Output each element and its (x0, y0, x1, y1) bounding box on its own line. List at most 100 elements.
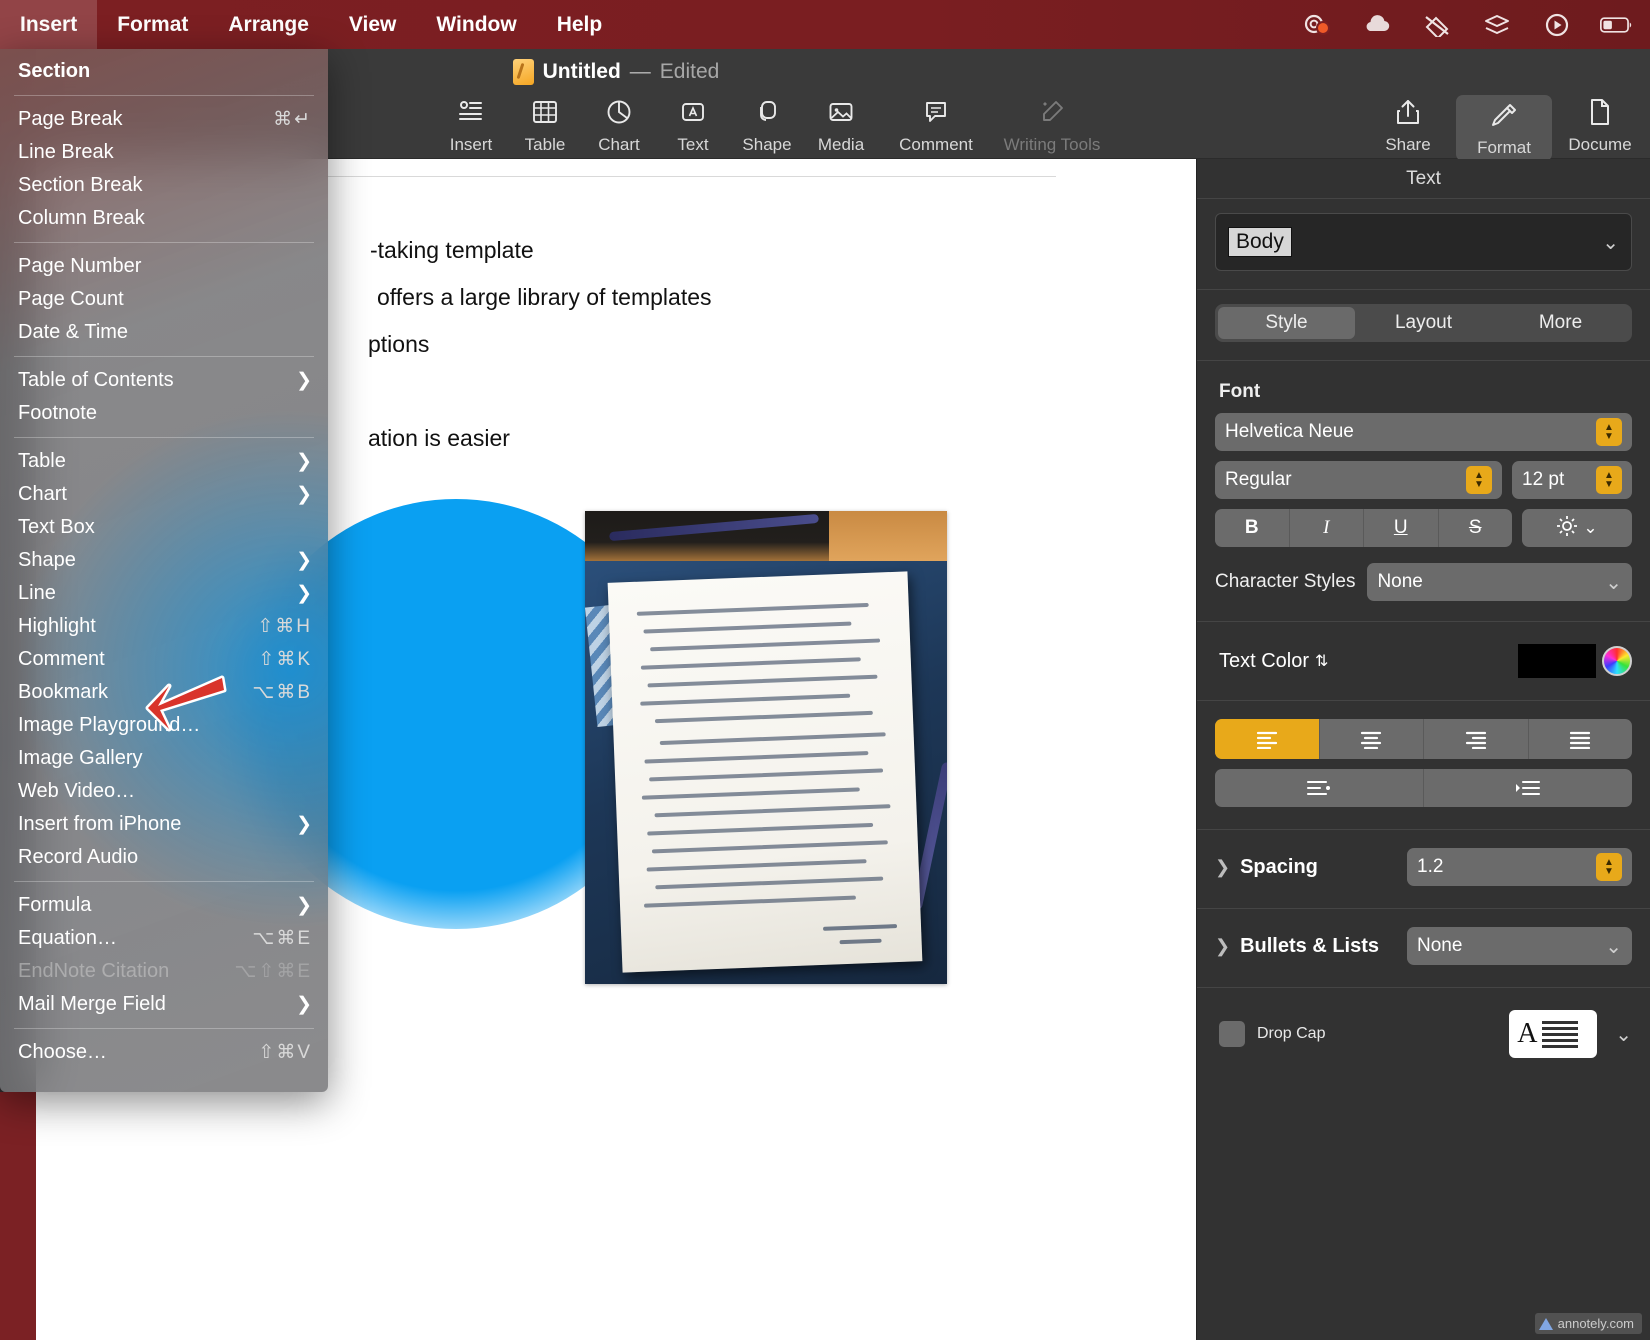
toolbar-comment-button[interactable]: Comment (878, 95, 994, 155)
toolbar-share-button[interactable]: Share (1360, 95, 1456, 155)
handwritten-note-photo[interactable] (585, 511, 947, 984)
font-size-stepper-icon[interactable]: ▲▼ (1596, 466, 1622, 494)
menu-item-mail-merge-field[interactable]: Mail Merge Field ❯ (0, 988, 328, 1021)
menu-separator (14, 95, 314, 96)
updown-chevron-icon[interactable]: ⇅ (1315, 651, 1328, 671)
character-styles-row: Character Styles None ⌄ (1215, 563, 1632, 601)
divider (1197, 621, 1650, 622)
toolbar-media-button[interactable]: Media (804, 95, 878, 155)
toolbar-format-label: Format (1477, 138, 1531, 158)
menu-item-shape[interactable]: Shape ❯ (0, 544, 328, 577)
bullets-disclosure[interactable]: ❯ Bullets & Lists (1215, 935, 1395, 958)
spacing-field[interactable]: 1.2 ▲▼ (1407, 848, 1632, 886)
toolbar-media-label: Media (818, 135, 864, 155)
format-panel-header: Text (1197, 159, 1650, 199)
menu-item-line[interactable]: Line ❯ (0, 577, 328, 610)
underline-button[interactable]: U (1364, 509, 1439, 547)
drop-cap-row: Drop Cap A ⌄ (1219, 1010, 1632, 1058)
screenshot-recorder-icon[interactable] (1300, 10, 1334, 40)
italic-button[interactable]: I (1290, 509, 1365, 547)
font-weight-stepper-icon[interactable]: ▲▼ (1466, 466, 1492, 494)
bullets-select[interactable]: None ⌄ (1407, 927, 1632, 965)
menu-item-formula[interactable]: Formula ❯ (0, 889, 328, 922)
font-family-stepper-icon[interactable]: ▲▼ (1596, 418, 1622, 446)
menu-item-label: Page Number (18, 255, 141, 278)
tab-more[interactable]: More (1492, 307, 1629, 339)
toolbar-shape-button[interactable]: Shape (730, 95, 804, 155)
align-left-button[interactable] (1215, 719, 1320, 759)
toolbar-document-button[interactable]: Docume (1552, 95, 1648, 155)
menu-item-highlight[interactable]: Highlight ⇧⌘H (0, 610, 328, 643)
align-justify-button[interactable] (1529, 719, 1633, 759)
font-size-field[interactable]: 12 pt ▲▼ (1512, 461, 1632, 499)
stacks-icon[interactable] (1480, 10, 1514, 40)
menu-item-chart[interactable]: Chart ❯ (0, 478, 328, 511)
drop-cap-preview[interactable]: A (1509, 1010, 1597, 1058)
toolbar-text-button[interactable]: Text (656, 95, 730, 155)
cloud-icon[interactable] (1360, 10, 1394, 40)
menu-item-choose[interactable]: Choose… ⇧⌘V (0, 1036, 328, 1069)
menu-item-web-video[interactable]: Web Video… (0, 775, 328, 808)
menu-item-insert-from-iphone[interactable]: Insert from iPhone ❯ (0, 808, 328, 841)
menu-item-section[interactable]: Section (0, 55, 328, 88)
airplay-disabled-icon[interactable] (1420, 10, 1454, 40)
toolbar-table-label: Table (525, 135, 566, 155)
menu-view[interactable]: View (329, 0, 416, 49)
align-right-button[interactable] (1424, 719, 1529, 759)
submenu-chevron-icon: ❯ (296, 993, 312, 1016)
menu-item-image-gallery[interactable]: Image Gallery (0, 742, 328, 775)
divider (1197, 360, 1650, 361)
menu-item-page-count[interactable]: Page Count (0, 283, 328, 316)
decrease-indent-button[interactable] (1215, 769, 1424, 807)
menu-item-label: Table (18, 450, 66, 473)
strikethrough-button[interactable]: S (1439, 509, 1513, 547)
menu-arrange[interactable]: Arrange (208, 0, 329, 49)
spacing-disclosure[interactable]: ❯ Spacing (1215, 856, 1395, 879)
toolbar-chart-button[interactable]: Chart (582, 95, 656, 155)
menu-item-table-of-contents[interactable]: Table of Contents ❯ (0, 364, 328, 397)
menu-item-table[interactable]: Table ❯ (0, 445, 328, 478)
tab-layout[interactable]: Layout (1355, 307, 1492, 339)
insert-dropdown-menu[interactable]: Section Page Break ⌘↵ Line Break Section… (0, 49, 328, 1092)
menu-insert[interactable]: Insert (0, 0, 97, 49)
tab-style[interactable]: Style (1218, 307, 1355, 339)
menu-item-record-audio[interactable]: Record Audio (0, 841, 328, 874)
toolbar-insert-button[interactable]: Insert (434, 95, 508, 155)
menu-help[interactable]: Help (537, 0, 623, 49)
drop-cap-checkbox[interactable] (1219, 1021, 1245, 1047)
title-separator: — (630, 60, 651, 84)
color-wheel-icon[interactable] (1602, 646, 1632, 676)
menu-item-date-time[interactable]: Date & Time (0, 316, 328, 349)
text-color-swatch[interactable] (1518, 644, 1596, 678)
menu-window[interactable]: Window (416, 0, 536, 49)
menu-item-section-break[interactable]: Section Break (0, 169, 328, 202)
toolbar-format-button[interactable]: Format (1456, 95, 1552, 161)
menu-item-text-box[interactable]: Text Box (0, 511, 328, 544)
align-center-button[interactable] (1320, 719, 1425, 759)
menu-item-column-break[interactable]: Column Break (0, 202, 328, 235)
text-style-button-group: B I U S (1215, 509, 1512, 547)
menu-item-line-break[interactable]: Line Break (0, 136, 328, 169)
play-circle-icon[interactable] (1540, 10, 1574, 40)
menu-item-equation[interactable]: Equation… ⌥⌘E (0, 922, 328, 955)
bold-button[interactable]: B (1215, 509, 1290, 547)
font-family-select[interactable]: Helvetica Neue ▲▼ (1215, 413, 1632, 451)
gear-icon (1556, 515, 1578, 542)
toolbar-table-button[interactable]: Table (508, 95, 582, 155)
divider (1197, 987, 1650, 988)
menu-item-page-number[interactable]: Page Number (0, 250, 328, 283)
menu-item-page-break[interactable]: Page Break ⌘↵ (0, 103, 328, 136)
document-edited-state: Edited (660, 60, 720, 84)
character-styles-select[interactable]: None ⌄ (1367, 563, 1632, 601)
toolbar-writing-tools-label: Writing Tools (1004, 135, 1101, 155)
menu-item-shortcut: ⇧⌘H (257, 615, 312, 638)
menu-format[interactable]: Format (97, 0, 208, 49)
font-weight-select[interactable]: Regular ▲▼ (1215, 461, 1502, 499)
chevron-down-icon[interactable]: ⌄ (1615, 1022, 1632, 1047)
spacing-stepper-icon[interactable]: ▲▼ (1596, 853, 1622, 881)
increase-indent-button[interactable] (1424, 769, 1632, 807)
battery-icon[interactable] (1600, 10, 1634, 40)
text-options-gear-button[interactable]: ⌄ (1522, 509, 1632, 547)
menu-item-footnote[interactable]: Footnote (0, 397, 328, 430)
paragraph-style-select[interactable]: Body ⌄ (1215, 213, 1632, 271)
